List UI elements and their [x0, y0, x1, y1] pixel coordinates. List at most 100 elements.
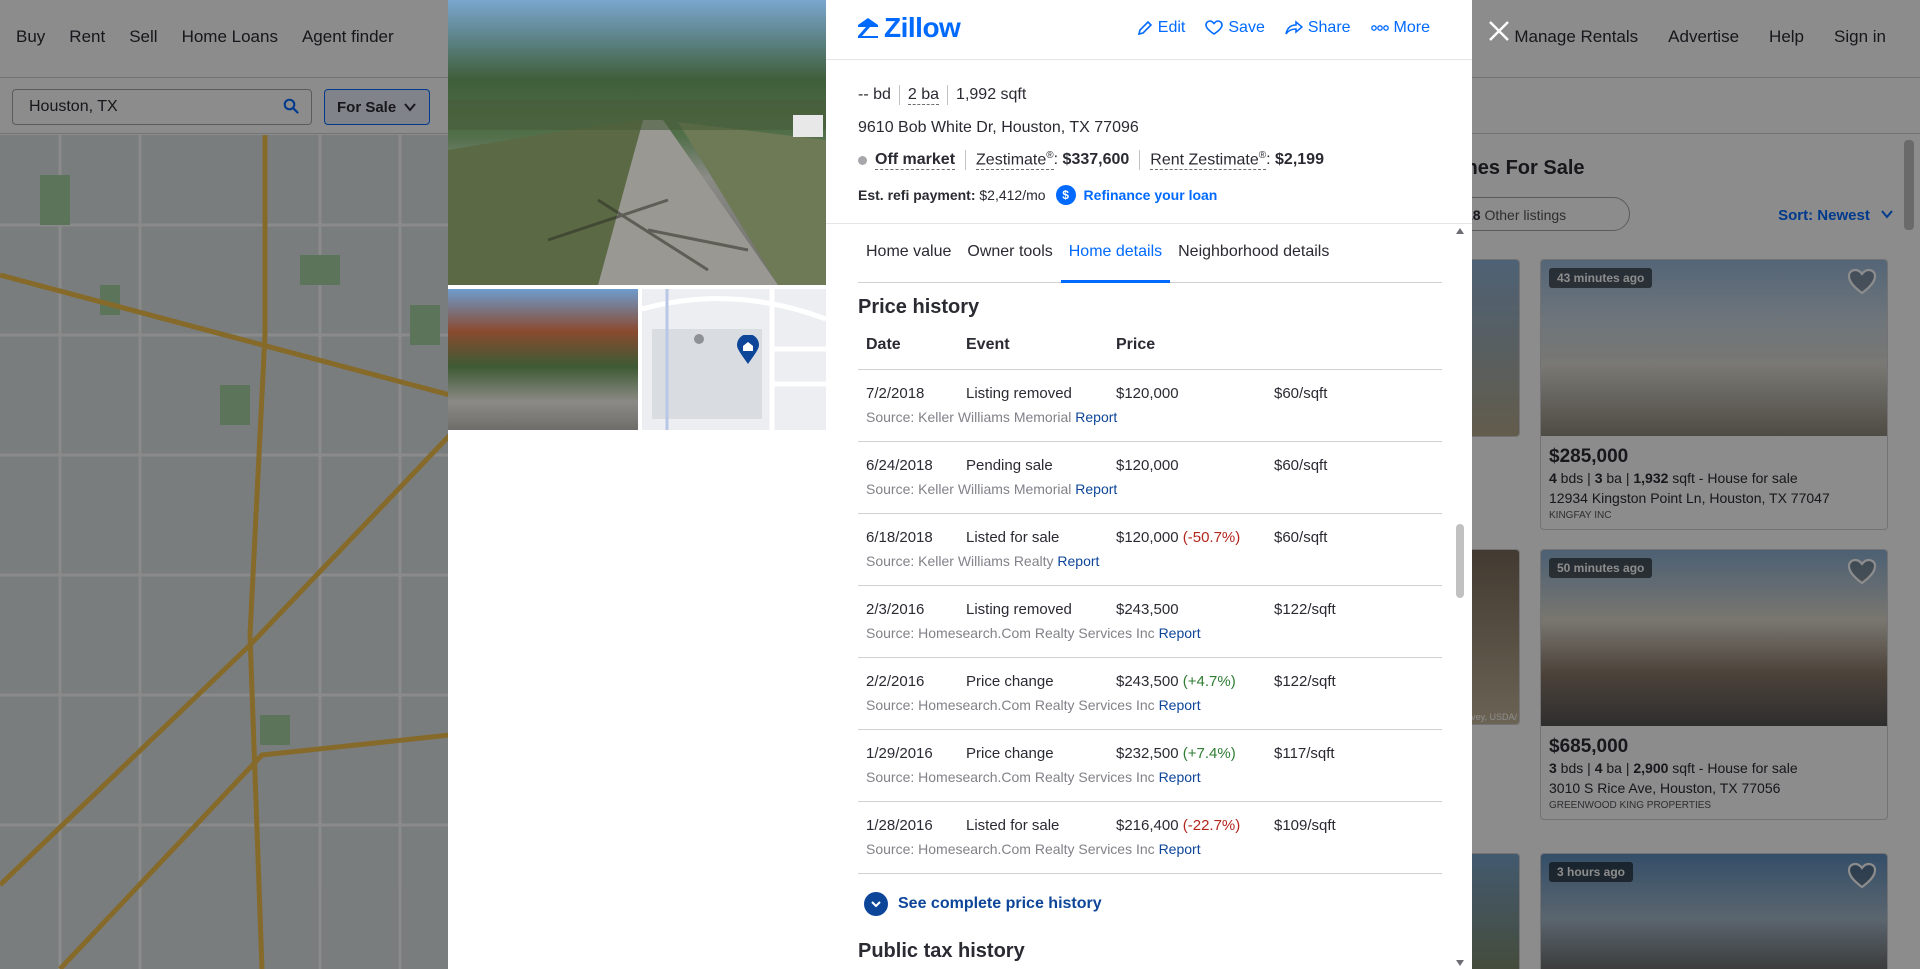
- row-date: 7/2/2018: [866, 385, 925, 402]
- row-price: $243,500: [1116, 601, 1179, 618]
- row-event: Price change: [966, 745, 1054, 762]
- main-photo[interactable]: [448, 0, 826, 285]
- row-values: 2/3/2016 Listing removed $243,500 $122/sqf…: [858, 601, 1442, 621]
- row-source-text: Source: Homesearch.Com Realty Services I…: [866, 841, 1155, 857]
- home-facts: -- bd 2 ba 1,992 sqft: [858, 85, 1026, 105]
- row-source-text: Source: Homesearch.Com Realty Services I…: [866, 697, 1155, 713]
- row-values: 2/2/2016 Price change $243,500 (+4.7%) $122…: [858, 673, 1442, 693]
- more-button[interactable]: More: [1370, 19, 1430, 37]
- report-link[interactable]: Report: [1159, 841, 1201, 857]
- row-price-value: $120,000: [1116, 529, 1179, 546]
- row-source-text: Source: Keller Williams Memorial: [866, 481, 1072, 497]
- row-source: Source: Homesearch.Com Realty Services I…: [866, 625, 1201, 641]
- home-address: 9610 Bob White Dr, Houston, TX 77096: [858, 119, 1139, 136]
- row-price-per-sqft: $117/sqft: [1274, 745, 1335, 762]
- status-label[interactable]: Off market: [875, 151, 956, 170]
- tab-owner-tools[interactable]: Owner tools: [959, 224, 1060, 283]
- row-values: 6/24/2018 Pending sale $120,000 $60/sqft: [858, 457, 1442, 477]
- row-price-per-sqft: $122/sqft: [1274, 673, 1336, 690]
- tab-home-value[interactable]: Home value: [858, 224, 959, 283]
- scroll-down-arrow-icon[interactable]: [1455, 958, 1465, 968]
- zestimate-label[interactable]: Zestimate®: [976, 150, 1054, 171]
- divider: [947, 85, 949, 105]
- save-button[interactable]: Save: [1205, 19, 1265, 37]
- divider: [898, 85, 900, 105]
- report-link[interactable]: Report: [1159, 769, 1201, 785]
- home-location-pin-icon: [736, 334, 760, 370]
- report-link[interactable]: Report: [1159, 625, 1201, 641]
- report-link[interactable]: Report: [1075, 409, 1117, 425]
- row-source: Source: Homesearch.Com Realty Services I…: [866, 697, 1201, 713]
- row-price-per-sqft: $60/sqft: [1274, 529, 1328, 546]
- details-scroll-thumb[interactable]: [1456, 524, 1464, 598]
- row-source: Source: Keller Williams Realty Report: [866, 553, 1099, 569]
- column-price: Price: [1116, 336, 1156, 353]
- price-history-row: 6/18/2018 Listed for sale $120,000 (-50.7%…: [858, 514, 1442, 586]
- divider: [965, 150, 967, 171]
- rent-zestimate-value: $2,199: [1275, 151, 1324, 169]
- heart-outline-icon: [1205, 20, 1224, 35]
- report-link[interactable]: Report: [1057, 553, 1099, 569]
- details-scroll-region[interactable]: Home value Owner tools Home details Neig…: [826, 223, 1472, 969]
- details-panel: Zillow Edit Save Share More -- bd 2 ba 1…: [826, 0, 1472, 969]
- row-price-value: $232,500: [1116, 745, 1179, 762]
- more-dots-icon: [1370, 25, 1389, 31]
- row-event: Listing removed: [966, 385, 1072, 402]
- mini-map: [642, 289, 826, 430]
- more-label: More: [1393, 19, 1430, 36]
- rent-zestimate-label[interactable]: Rent Zestimate®: [1150, 150, 1267, 171]
- row-date: 6/18/2018: [866, 529, 933, 546]
- row-source-text: Source: Homesearch.Com Realty Services I…: [866, 769, 1155, 785]
- home-details-modal: Zillow Edit Save Share More -- bd 2 ba 1…: [448, 0, 1472, 969]
- photo-thumbnail[interactable]: [448, 289, 638, 430]
- beds-value: -- bd: [858, 86, 891, 103]
- scroll-up-arrow-icon[interactable]: [1455, 226, 1465, 236]
- row-source: Source: Keller Williams Memorial Report: [866, 409, 1117, 425]
- zillow-logo[interactable]: Zillow: [856, 12, 961, 44]
- price-history-row: 1/29/2016 Price change $232,500 (+7.4%) $11…: [858, 730, 1442, 802]
- row-price-value: $243,500: [1116, 601, 1179, 618]
- row-price-value: $120,000: [1116, 385, 1179, 402]
- map-thumbnail[interactable]: [642, 289, 826, 430]
- row-price-change: (-22.7%): [1182, 817, 1241, 834]
- row-price: $232,500 (+7.4%): [1116, 745, 1236, 762]
- price-history-row: 6/24/2018 Pending sale $120,000 $60/sqft So…: [858, 442, 1442, 514]
- sqft-value: 1,992 sqft: [956, 86, 1027, 103]
- price-history-row: 7/2/2018 Listing removed $120,000 $60/sqft…: [858, 370, 1442, 442]
- zestimate-text: Zestimate: [976, 151, 1047, 169]
- row-values: 7/2/2018 Listing removed $120,000 $60/sqft: [858, 385, 1442, 405]
- row-source-text: Source: Homesearch.Com Realty Services I…: [866, 625, 1155, 641]
- row-source: Source: Homesearch.Com Realty Services I…: [866, 769, 1201, 785]
- row-values: 6/18/2018 Listed for sale $120,000 (-50.7%…: [858, 529, 1442, 549]
- row-date: 1/29/2016: [866, 745, 933, 762]
- row-price-per-sqft: $109/sqft: [1274, 817, 1336, 834]
- refi-label: Est. refi payment:: [858, 187, 976, 203]
- share-icon: [1285, 20, 1303, 35]
- row-price: $120,000 (-50.7%): [1116, 529, 1240, 546]
- tab-home-details[interactable]: Home details: [1060, 224, 1171, 283]
- row-date: 6/24/2018: [866, 457, 933, 474]
- row-source: Source: Homesearch.Com Realty Services I…: [866, 841, 1201, 857]
- details-scrollbar[interactable]: [1454, 224, 1464, 969]
- brand-name: Zillow: [884, 12, 961, 43]
- row-price-per-sqft: $60/sqft: [1274, 457, 1328, 474]
- refinance-link[interactable]: Refinance your loan: [1084, 187, 1218, 203]
- street-photo-drawing: [448, 100, 826, 285]
- details-header: Zillow Edit Save Share More: [826, 0, 1472, 60]
- row-price: $120,000: [1116, 457, 1179, 474]
- row-event: Price change: [966, 673, 1054, 690]
- see-complete-price-history-button[interactable]: See complete price history: [864, 892, 1102, 916]
- row-event: Pending sale: [966, 457, 1053, 474]
- registered-mark: ®: [1046, 150, 1054, 161]
- save-label: Save: [1228, 19, 1265, 36]
- baths-value[interactable]: 2 ba: [907, 86, 940, 105]
- share-button[interactable]: Share: [1285, 19, 1351, 37]
- zillow-logo-icon: [858, 18, 878, 38]
- tab-neighborhood-details[interactable]: Neighborhood details: [1170, 224, 1337, 283]
- row-values: 1/28/2016 Listed for sale $216,400 (-22.7%…: [858, 817, 1442, 837]
- report-link[interactable]: Report: [1075, 481, 1117, 497]
- report-link[interactable]: Report: [1159, 697, 1201, 713]
- price-history-title: Price history: [858, 296, 980, 318]
- edit-button[interactable]: Edit: [1137, 19, 1185, 37]
- close-modal-button[interactable]: [1486, 18, 1512, 49]
